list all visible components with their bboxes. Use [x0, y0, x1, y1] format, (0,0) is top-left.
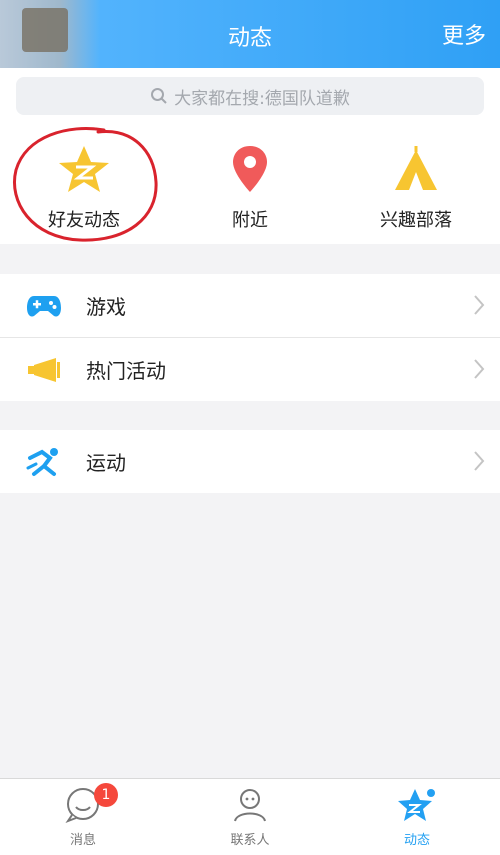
qzone-star-icon: [59, 146, 109, 192]
unread-badge: 1: [94, 783, 118, 807]
more-button[interactable]: 更多: [442, 18, 486, 50]
quick-label: 好友动态: [48, 210, 120, 231]
tab-label: 联系人: [230, 833, 270, 848]
bottom-tab-bar: 1 消息 联系人 动态: [0, 778, 500, 855]
page-title: 动态: [227, 26, 272, 51]
tab-dynamics[interactable]: 动态: [362, 787, 472, 848]
tab-label: 动态: [403, 833, 430, 848]
row-games[interactable]: 游戏: [0, 274, 500, 338]
search-placeholder: 大家都在搜:德国队道歉: [174, 88, 350, 109]
row-label: 游戏: [86, 295, 126, 319]
contacts-person-icon: [234, 789, 266, 822]
quick-friends-feed[interactable]: 好友动态: [14, 144, 154, 232]
row-hot-events[interactable]: 热门活动: [0, 338, 500, 401]
search-bar[interactable]: 大家都在搜:德国队道歉: [16, 77, 484, 115]
quick-label: 兴趣部落: [380, 210, 452, 231]
tab-contacts[interactable]: 联系人: [195, 787, 305, 848]
row-label: 运动: [86, 451, 126, 475]
star-dynamic-icon: [398, 789, 435, 821]
megaphone-icon: [28, 357, 60, 382]
search-area: 大家都在搜:德国队道歉: [0, 68, 500, 126]
quick-interest-tribe[interactable]: 兴趣部落: [346, 144, 486, 232]
quick-label: 附近: [232, 210, 268, 231]
quick-nearby[interactable]: 附近: [180, 144, 320, 232]
location-pin-icon: [233, 146, 267, 192]
menu-group-2: 运动: [0, 430, 500, 493]
chevron-right-icon: [474, 295, 485, 315]
chevron-right-icon: [474, 359, 485, 379]
gamepad-icon: [27, 295, 61, 317]
search-icon: [151, 88, 167, 104]
tab-messages[interactable]: 1 消息: [28, 783, 138, 848]
tab-label: 消息: [69, 833, 96, 848]
quick-entry-row: 好友动态 附近 兴趣部落: [0, 126, 500, 244]
menu-group-1: 游戏 热门活动: [0, 274, 500, 401]
chevron-right-icon: [474, 451, 485, 471]
row-label: 热门活动: [86, 359, 166, 383]
row-sports[interactable]: 运动: [0, 430, 500, 493]
runner-icon: [26, 447, 58, 476]
tent-icon: [395, 146, 437, 190]
top-header: 动态 更多: [0, 0, 500, 68]
